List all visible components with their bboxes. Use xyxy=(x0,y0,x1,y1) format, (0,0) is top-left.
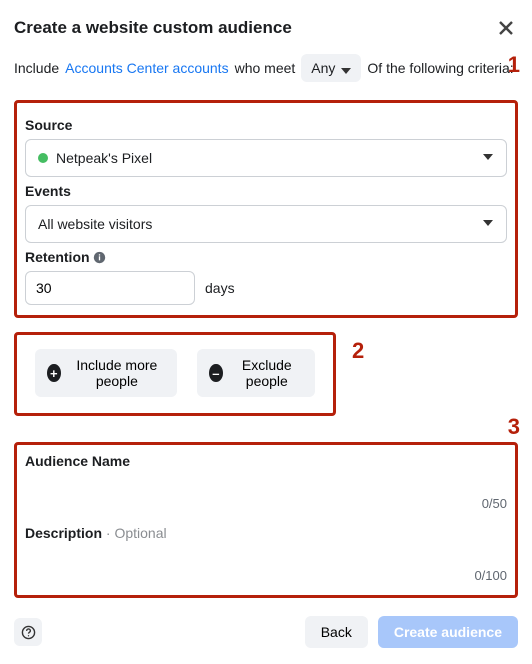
info-icon[interactable] xyxy=(93,249,106,265)
caret-down-icon xyxy=(482,216,494,232)
close-button[interactable] xyxy=(494,16,518,40)
retention-label: Retention xyxy=(25,249,507,265)
close-icon xyxy=(499,21,513,35)
create-audience-button[interactable]: Create audience xyxy=(378,616,518,648)
description-optional: Optional xyxy=(114,525,166,541)
page-title: Create a website custom audience xyxy=(14,18,292,38)
question-icon xyxy=(21,625,36,640)
match-any-dropdown[interactable]: Any xyxy=(301,54,361,82)
intro-line: Include Accounts Center accounts who mee… xyxy=(14,54,518,82)
caret-down-icon xyxy=(482,150,494,166)
back-button[interactable]: Back xyxy=(305,616,368,648)
source-value: Netpeak's Pixel xyxy=(56,150,152,166)
intro-post: Of the following criteria: xyxy=(367,60,513,76)
criteria-section: Source Netpeak's Pixel Events All websit… xyxy=(14,100,518,318)
events-label: Events xyxy=(25,183,507,199)
pixel-status-dot-icon xyxy=(38,153,48,163)
help-button[interactable] xyxy=(14,618,42,646)
events-select[interactable]: All website visitors xyxy=(25,205,507,243)
accounts-center-link[interactable]: Accounts Center accounts xyxy=(65,60,228,76)
description-label: Description xyxy=(25,525,102,541)
caret-down-icon xyxy=(341,63,351,73)
exclude-people-button[interactable]: – Exclude people xyxy=(197,349,315,397)
include-exclude-section: + Include more people – Exclude people xyxy=(14,332,336,416)
events-value: All website visitors xyxy=(38,216,152,232)
intro-mid: who meet xyxy=(235,60,296,76)
annotation-1: 1 xyxy=(508,52,520,78)
match-any-label: Any xyxy=(311,60,335,76)
audience-name-label: Audience Name xyxy=(25,453,507,469)
retention-unit: days xyxy=(205,280,235,296)
description-label-row: Description · Optional xyxy=(25,525,507,541)
minus-circle-icon: – xyxy=(209,364,223,382)
include-label: Include more people xyxy=(69,357,165,389)
annotation-2: 2 xyxy=(352,338,364,364)
source-label: Source xyxy=(25,117,507,133)
naming-section: Audience Name 0/50 Description · Optiona… xyxy=(14,442,518,598)
retention-input[interactable] xyxy=(25,271,195,305)
include-more-button[interactable]: + Include more people xyxy=(35,349,177,397)
intro-pre: Include xyxy=(14,60,59,76)
description-counter: 0/100 xyxy=(25,568,507,583)
audience-name-input[interactable] xyxy=(25,469,507,494)
audience-name-counter: 0/50 xyxy=(25,496,507,511)
plus-circle-icon: + xyxy=(47,364,61,382)
annotation-3: 3 xyxy=(508,414,520,440)
source-select[interactable]: Netpeak's Pixel xyxy=(25,139,507,177)
exclude-label: Exclude people xyxy=(231,357,303,389)
description-input[interactable] xyxy=(25,541,507,566)
